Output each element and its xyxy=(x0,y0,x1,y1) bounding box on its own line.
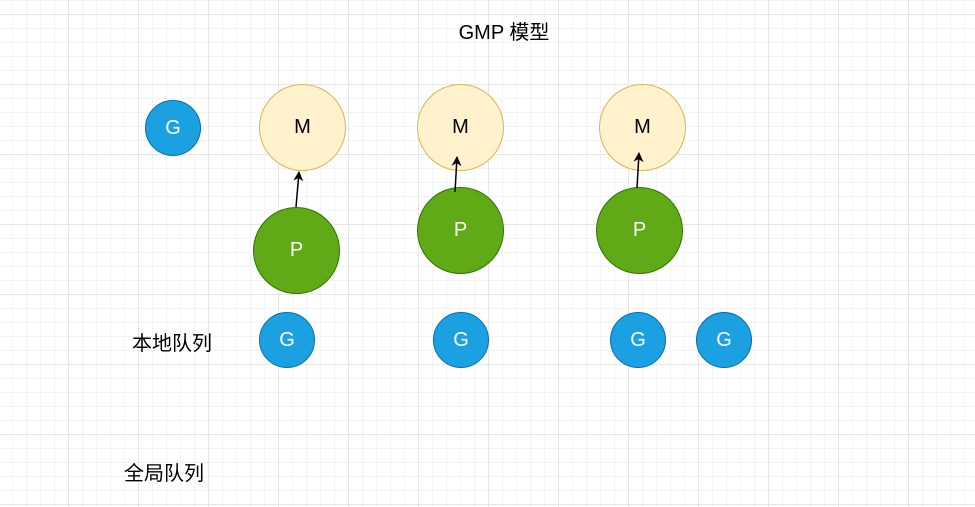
goroutine-local-node-2: G xyxy=(433,312,489,368)
arrow-p2-to-m2 xyxy=(451,156,462,193)
goroutine-local-node-1: G xyxy=(259,312,315,368)
goroutine-local-node-3: G xyxy=(610,312,666,368)
arrow-p1-to-m1 xyxy=(293,171,304,208)
local-queue-label: 本地队列 xyxy=(132,333,212,355)
connector-arrows xyxy=(293,152,644,208)
arrow-p3-to-m3 xyxy=(633,152,644,189)
goroutine-local-node-4: G xyxy=(696,312,752,368)
global-queue-label: 全局队列 xyxy=(124,463,204,485)
